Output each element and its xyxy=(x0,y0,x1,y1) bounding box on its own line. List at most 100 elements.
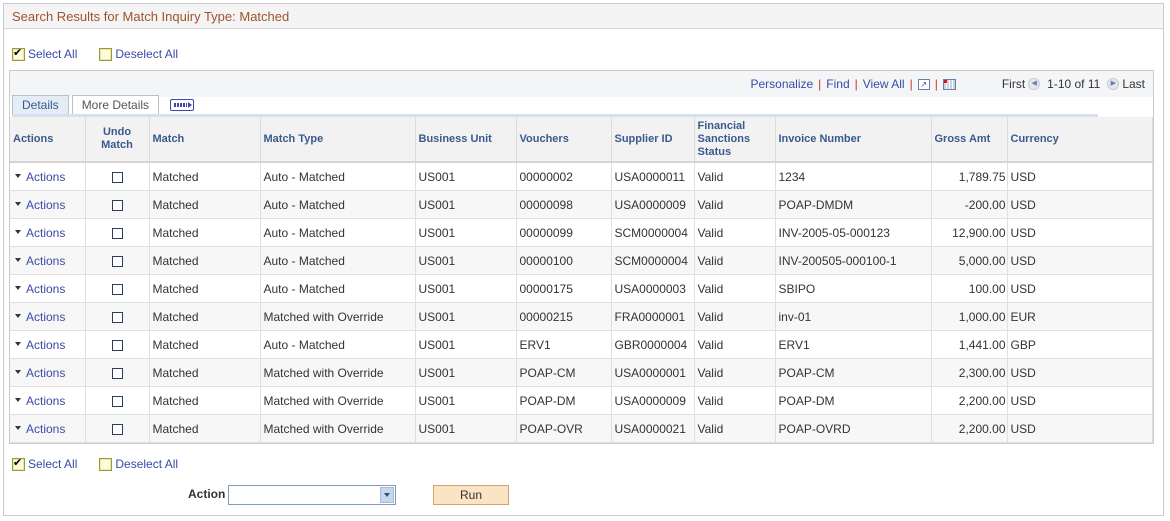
undo-match-checkbox[interactable] xyxy=(111,171,123,183)
voucher-link[interactable]: 00000098 xyxy=(516,190,612,219)
actions-cell[interactable]: Actions xyxy=(10,246,86,275)
table-row: Actions Matched Auto - Matched US001 0000009… xyxy=(10,218,1153,247)
table-row: Actions Matched Matched with Override US001… xyxy=(10,414,1153,443)
undo-match-checkbox[interactable] xyxy=(111,423,123,435)
run-button[interactable]: Run xyxy=(433,485,509,505)
sanctions-status-cell: Valid xyxy=(694,274,776,303)
match-link[interactable]: Matched xyxy=(149,218,261,247)
actions-cell[interactable]: Actions xyxy=(10,274,86,303)
supplier-id-cell: USA0000003 xyxy=(611,274,695,303)
match-link[interactable]: Matched xyxy=(149,162,261,191)
invoice-number-cell: SBIPO xyxy=(775,274,932,303)
actions-link[interactable]: Actions xyxy=(26,254,65,268)
match-link[interactable]: Matched xyxy=(149,302,261,331)
select-all-button-bottom[interactable]: Select All xyxy=(12,456,77,471)
undo-match-checkbox[interactable] xyxy=(111,199,123,211)
actions-cell[interactable]: Actions xyxy=(10,302,86,331)
select-all-icon xyxy=(12,46,25,61)
voucher-link[interactable]: 00000099 xyxy=(516,218,612,247)
voucher-link[interactable]: POAP-DM xyxy=(516,386,612,415)
deselect-all-icon xyxy=(99,457,113,471)
voucher-link[interactable]: POAP-CM xyxy=(516,358,612,387)
match-link[interactable]: Matched xyxy=(149,386,261,415)
deselect-all-button[interactable]: Deselect All xyxy=(99,47,178,61)
actions-cell[interactable]: Actions xyxy=(10,414,86,443)
actions-link[interactable]: Actions xyxy=(26,422,65,436)
actions-cell[interactable]: Actions xyxy=(10,218,86,247)
tab-more-details[interactable]: More Details xyxy=(71,95,160,115)
view-all-link[interactable]: View All xyxy=(863,77,905,91)
undo-match-cell xyxy=(85,414,150,443)
currency-cell: GBP xyxy=(1007,330,1153,359)
actions-link[interactable]: Actions xyxy=(26,282,65,296)
supplier-id-cell: USA0000009 xyxy=(611,190,695,219)
undo-match-checkbox[interactable] xyxy=(111,367,123,379)
first-link[interactable]: First xyxy=(1002,77,1025,91)
sanctions-status-cell: Valid xyxy=(694,330,776,359)
actions-cell[interactable]: Actions xyxy=(10,190,86,219)
select-all-button[interactable]: Select All xyxy=(12,46,77,61)
voucher-link[interactable]: 00000215 xyxy=(516,302,612,331)
actions-link[interactable]: Actions xyxy=(26,170,65,184)
sanctions-status-cell: Valid xyxy=(694,190,776,219)
voucher-link[interactable]: 00000100 xyxy=(516,246,612,275)
previous-icon[interactable]: ◀ xyxy=(1028,78,1041,90)
zoom-grid-icon[interactable]: ↗ xyxy=(917,78,930,90)
caret-down-icon xyxy=(15,370,21,375)
col-header-supplier-id: Supplier ID xyxy=(611,117,695,163)
deselect-all-button-bottom[interactable]: Deselect All xyxy=(99,457,178,471)
sanctions-status-cell: Valid xyxy=(694,386,776,415)
undo-match-checkbox[interactable] xyxy=(111,255,123,267)
search-results-panel: Search Results for Match Inquiry Type: M… xyxy=(3,3,1164,516)
last-link[interactable]: Last xyxy=(1122,77,1145,91)
undo-match-checkbox[interactable] xyxy=(111,227,123,239)
match-link[interactable]: Matched xyxy=(149,246,261,275)
match-link[interactable]: Matched xyxy=(149,414,261,443)
actions-cell[interactable]: Actions xyxy=(10,162,86,191)
next-icon[interactable]: ▶ xyxy=(1107,78,1120,90)
find-link[interactable]: Find xyxy=(826,77,849,91)
tab-details[interactable]: Details xyxy=(12,95,69,115)
grid-navigation-bar: Personalize | Find | View All | ↗ | Firs… xyxy=(10,71,1153,97)
results-grid: Personalize | Find | View All | ↗ | Firs… xyxy=(9,70,1154,444)
action-select[interactable] xyxy=(228,485,396,505)
col-header-business-unit: Business Unit xyxy=(415,117,517,163)
actions-cell[interactable]: Actions xyxy=(10,358,86,387)
currency-cell: USD xyxy=(1007,218,1153,247)
match-type-cell: Auto - Matched xyxy=(260,274,416,303)
actions-link[interactable]: Actions xyxy=(26,226,65,240)
actions-link[interactable]: Actions xyxy=(26,310,65,324)
match-link[interactable]: Matched xyxy=(149,330,261,359)
gross-amt-cell: 2,200.00 xyxy=(931,414,1008,443)
currency-cell: USD xyxy=(1007,190,1153,219)
actions-cell[interactable]: Actions xyxy=(10,330,86,359)
chevron-down-icon[interactable] xyxy=(380,487,394,503)
undo-match-cell xyxy=(85,190,150,219)
undo-match-checkbox[interactable] xyxy=(111,283,123,295)
col-header-sanctions-status: Financial Sanctions Status xyxy=(694,117,776,163)
business-unit-cell: US001 xyxy=(415,190,517,219)
undo-match-checkbox[interactable] xyxy=(111,339,123,351)
voucher-link[interactable]: ERV1 xyxy=(516,330,612,359)
voucher-link[interactable]: 00000002 xyxy=(516,162,612,191)
download-spreadsheet-icon[interactable] xyxy=(942,78,956,90)
voucher-link[interactable]: 00000175 xyxy=(516,274,612,303)
actions-cell[interactable]: Actions xyxy=(10,386,86,415)
actions-link[interactable]: Actions xyxy=(26,198,65,212)
personalize-link[interactable]: Personalize xyxy=(750,77,813,91)
match-link[interactable]: Matched xyxy=(149,190,261,219)
undo-match-checkbox[interactable] xyxy=(111,395,123,407)
show-all-columns-icon[interactable] xyxy=(170,99,195,111)
invoice-number-cell: POAP-DM xyxy=(775,386,932,415)
actions-link[interactable]: Actions xyxy=(26,338,65,352)
actions-link[interactable]: Actions xyxy=(26,394,65,408)
voucher-link[interactable]: POAP-OVR xyxy=(516,414,612,443)
supplier-id-cell: GBR0000004 xyxy=(611,330,695,359)
match-link[interactable]: Matched xyxy=(149,274,261,303)
invoice-number-cell: 1234 xyxy=(775,162,932,191)
undo-match-checkbox[interactable] xyxy=(111,311,123,323)
actions-link[interactable]: Actions xyxy=(26,366,65,380)
table-row: Actions Matched Matched with Override US001… xyxy=(10,302,1153,331)
match-link[interactable]: Matched xyxy=(149,358,261,387)
table-header-row: Actions Undo Match Match Match Type Busi… xyxy=(10,117,1153,163)
